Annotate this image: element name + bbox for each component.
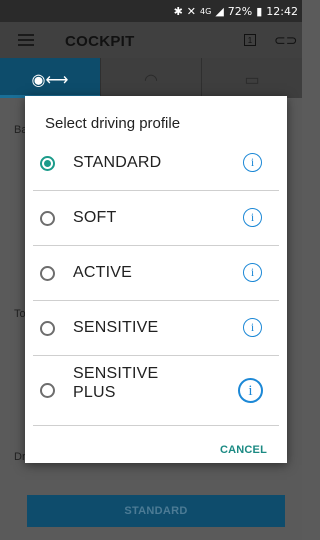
tab-connect[interactable]: ◉⟷ — [0, 58, 101, 98]
option-label: SOFT — [73, 209, 117, 226]
radio-icon[interactable] — [40, 321, 55, 336]
4g-icon: 4G — [200, 6, 212, 16]
radio-icon[interactable] — [40, 266, 55, 281]
clock: 12:42 — [266, 4, 298, 18]
background-label: Dr — [14, 451, 26, 463]
link-icon[interactable]: ⊂⊃ — [274, 32, 297, 49]
tab-speedometer[interactable]: ◠ — [101, 58, 202, 98]
background-label: To — [14, 308, 26, 320]
info-icon[interactable]: i — [243, 318, 262, 337]
battery-icon: ▮ — [256, 4, 263, 18]
driving-profile-dialog: Select driving profile STANDARD i SOFT i… — [25, 96, 287, 463]
tab-calendar[interactable]: ▭ — [202, 58, 302, 98]
option-label: SENSITIVE — [73, 319, 159, 336]
profile-options: STANDARD i SOFT i ACTIVE i SENSITIVE i S… — [25, 136, 287, 426]
gauge-connect-icon: ◉⟷ — [31, 72, 69, 89]
radio-icon[interactable] — [40, 211, 55, 226]
option-label-line: SENSITIVE — [73, 365, 159, 382]
info-icon[interactable]: i — [243, 153, 262, 172]
option-label: SENSITIVE PLUS — [73, 364, 158, 402]
speedometer-icon: ◠ — [144, 72, 158, 89]
mute-icon: ✕ — [186, 4, 197, 18]
info-icon[interactable]: i — [243, 208, 262, 227]
option-active[interactable]: ACTIVE i — [25, 246, 287, 301]
battery-level: 72% — [227, 4, 253, 18]
bluetooth-icon: ✱ — [173, 4, 183, 18]
option-label: STANDARD — [73, 154, 162, 171]
option-sensitive[interactable]: SENSITIVE i — [25, 301, 287, 356]
menu-icon[interactable] — [18, 34, 34, 46]
option-soft[interactable]: SOFT i — [25, 191, 287, 246]
option-label-line: PLUS — [73, 384, 116, 401]
tab-bar: ◉⟷ ◠ ▭ — [0, 58, 302, 98]
cancel-button[interactable]: CANCEL — [220, 444, 267, 456]
profile-button[interactable]: STANDARD — [27, 495, 285, 527]
dialog-title: Select driving profile — [45, 115, 181, 132]
calendar-icon: ▭ — [244, 72, 260, 89]
status-bar: ✱ ✕ 4G ◢ 72% ▮ 12:42 — [0, 0, 302, 22]
app-title: COCKPIT — [65, 33, 135, 50]
option-sensitive-plus[interactable]: SENSITIVE PLUS i — [25, 356, 287, 426]
radio-icon[interactable] — [40, 383, 55, 398]
info-icon[interactable]: i — [238, 378, 263, 403]
signal-icon: ◢ — [215, 4, 224, 18]
option-label: ACTIVE — [73, 264, 132, 281]
info-icon[interactable]: i — [243, 263, 262, 282]
app-bar: COCKPIT 1 ⊂⊃ — [0, 22, 302, 58]
page-indicator-icon[interactable]: 1 — [244, 34, 256, 46]
radio-checked-icon[interactable] — [40, 156, 55, 171]
divider — [33, 425, 279, 426]
option-standard[interactable]: STANDARD i — [25, 136, 287, 191]
